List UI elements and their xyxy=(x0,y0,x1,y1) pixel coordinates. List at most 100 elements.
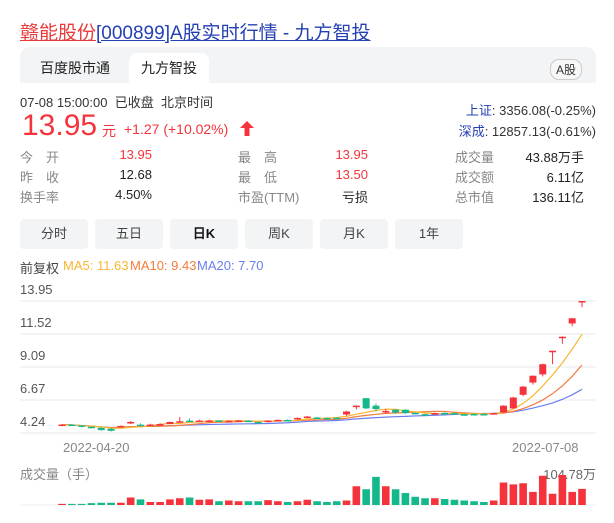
volume-bar xyxy=(107,502,115,505)
volume-bar xyxy=(293,501,302,505)
volume-bar xyxy=(489,500,498,505)
volume-bar xyxy=(480,502,488,505)
volume-bar xyxy=(431,498,439,505)
volume-bar xyxy=(332,501,341,505)
volume-bar xyxy=(264,500,272,505)
candle-body xyxy=(176,421,184,423)
candle-body xyxy=(186,420,194,423)
volume-bar xyxy=(401,493,410,505)
candle-body xyxy=(441,412,449,415)
candle-body xyxy=(264,420,272,423)
candle-body xyxy=(549,350,557,353)
volume-bar xyxy=(283,502,292,505)
candle-body xyxy=(431,413,439,415)
volume-bar xyxy=(215,501,223,505)
candle-body xyxy=(195,420,203,423)
candle-body xyxy=(284,419,292,422)
candle-body xyxy=(519,386,527,395)
volume-bar xyxy=(146,502,155,505)
candle-body xyxy=(343,411,351,415)
candle-body xyxy=(470,413,478,416)
candle-body xyxy=(421,414,429,416)
volume-bar xyxy=(87,503,96,505)
volume-bar xyxy=(313,501,321,505)
volume-bar xyxy=(342,500,351,505)
volume-bar xyxy=(509,484,518,505)
volume-bar xyxy=(234,501,243,505)
volume-bar xyxy=(323,502,331,505)
volume-bar xyxy=(538,475,547,505)
ma5-line xyxy=(61,333,583,429)
volume-bar xyxy=(195,499,204,505)
volume-bar xyxy=(274,501,282,505)
volume-bar xyxy=(352,486,361,505)
candle-body xyxy=(362,398,370,409)
volume-bar xyxy=(156,502,164,505)
volume-bar xyxy=(254,501,263,505)
candle-body xyxy=(480,413,488,416)
candle-body xyxy=(215,420,223,422)
candle-body xyxy=(392,409,400,413)
candle-body xyxy=(107,428,115,431)
volume-bar xyxy=(136,499,145,505)
candle-body xyxy=(450,413,458,415)
volume-bar xyxy=(126,497,135,505)
candle-body xyxy=(401,409,409,414)
volume-bar xyxy=(205,499,213,505)
volume-bar xyxy=(77,503,86,505)
volume-bar xyxy=(568,491,576,505)
candle-body xyxy=(146,424,154,427)
candle-body xyxy=(372,405,380,410)
volume-bar xyxy=(519,483,527,505)
candle-body xyxy=(97,427,105,431)
volume-bar xyxy=(68,503,76,505)
volume-bar xyxy=(411,496,420,505)
volume-bar xyxy=(58,503,66,505)
candle-body xyxy=(166,421,174,425)
candle-body xyxy=(293,417,301,420)
volume-bar xyxy=(578,488,586,505)
volume-bar xyxy=(558,475,567,505)
candle-body xyxy=(333,417,341,420)
volume-bar xyxy=(450,499,459,505)
volume-bar xyxy=(166,499,174,505)
candle-body xyxy=(411,412,419,415)
candle-body xyxy=(136,424,144,427)
volume-bar xyxy=(185,497,194,505)
volume-bar xyxy=(391,489,400,505)
volume-bar xyxy=(372,476,380,505)
candle-body xyxy=(323,417,331,420)
candle-body xyxy=(244,420,252,423)
volume-bar xyxy=(529,491,537,505)
candle-body xyxy=(460,414,468,416)
candle-body xyxy=(58,424,66,427)
volume-bar xyxy=(548,493,557,505)
volume-bar xyxy=(97,502,106,505)
volume-bar xyxy=(381,486,390,505)
candle-body xyxy=(313,417,321,420)
volume-bar xyxy=(244,501,253,505)
candle-body xyxy=(254,421,262,424)
volume-bar xyxy=(224,500,233,505)
candle-body xyxy=(68,424,76,427)
candle-body xyxy=(235,420,243,422)
candle-body xyxy=(205,420,213,422)
candle-body xyxy=(578,301,586,303)
candle-body xyxy=(558,336,566,339)
volume-bar xyxy=(117,502,125,505)
volume-bar xyxy=(499,482,508,505)
candle-body xyxy=(78,425,86,427)
candle-body xyxy=(490,413,498,415)
candle-body xyxy=(127,421,135,424)
candle-body xyxy=(382,410,390,413)
candle-body xyxy=(117,425,125,428)
candle-body xyxy=(274,419,282,422)
candle-body xyxy=(225,420,233,423)
candle-body xyxy=(539,364,547,375)
kline-chart[interactable] xyxy=(0,0,614,523)
volume-bar xyxy=(460,500,469,505)
candle-body xyxy=(156,424,164,426)
volume-bar xyxy=(175,498,184,505)
candle-body xyxy=(529,375,537,383)
candle-body xyxy=(509,397,517,409)
